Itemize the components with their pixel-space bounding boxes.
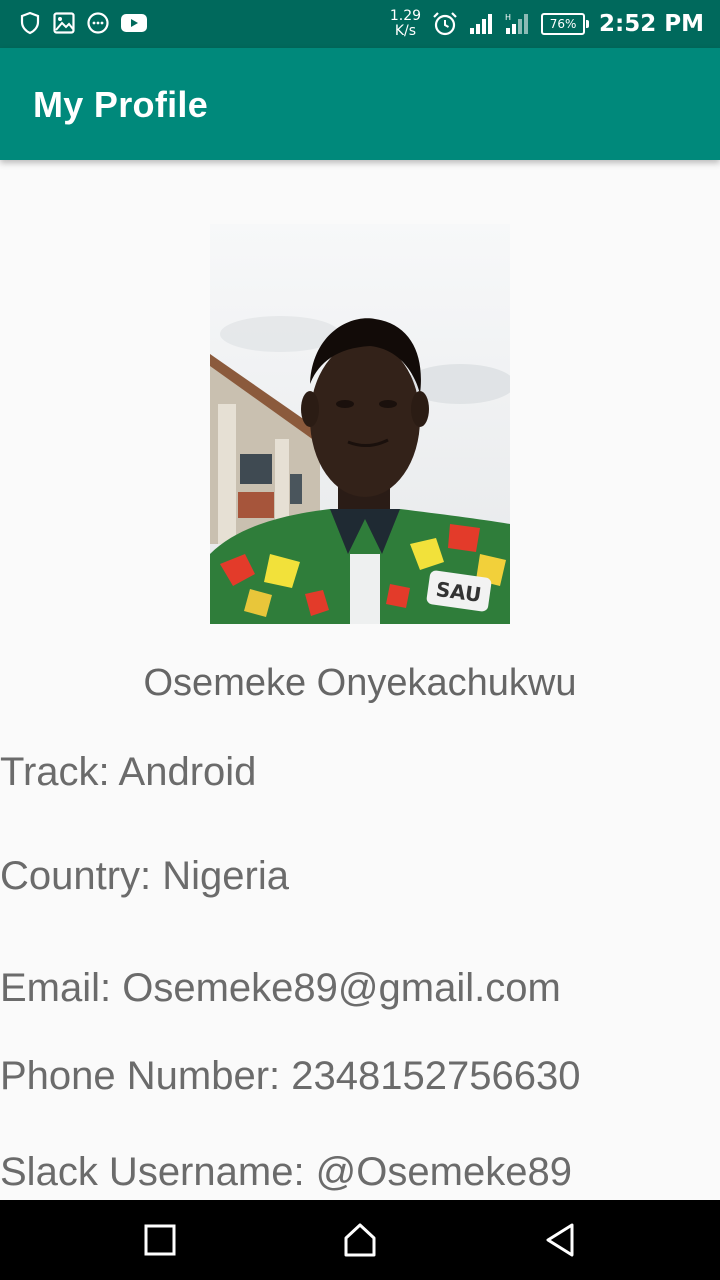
home-icon — [344, 1223, 376, 1257]
message-bubble-icon — [86, 11, 110, 35]
recents-icon — [144, 1224, 176, 1256]
app-bar: My Profile — [0, 48, 720, 160]
country-text: Country: Nigeria — [0, 854, 290, 898]
home-button[interactable] — [340, 1220, 380, 1260]
shield-icon — [18, 11, 42, 35]
track-text: Track: Android — [0, 750, 257, 794]
profile-name: Osemeke Onyekachukwu — [143, 662, 577, 704]
recents-button[interactable] — [140, 1220, 180, 1260]
notification-icons — [18, 11, 148, 35]
alarm-icon — [431, 10, 459, 38]
network-speed-value: 1.29 — [389, 8, 422, 24]
phone-text: Phone Number: 2348152756630 — [0, 1054, 581, 1098]
page-title: My Profile — [33, 84, 209, 125]
profile-screen: 1.29 K/s H 76% 2:52 PM My Profile SAU Os… — [0, 0, 720, 1280]
youtube-icon — [120, 11, 148, 35]
system-status: 1.29 K/s H 76% 2:52 PM — [390, 6, 704, 42]
clock: 2:52 PM — [599, 11, 704, 37]
network-speed-unit: K/s — [394, 23, 417, 39]
profile-photo: SAU — [210, 224, 515, 624]
slack-text: Slack Username: @Osemeke89 — [0, 1150, 572, 1194]
email-text: Email: Osemeke89@gmail.com — [0, 966, 561, 1010]
image-icon — [52, 11, 76, 35]
svg-text:H: H — [505, 13, 511, 22]
status-bar: 1.29 K/s H 76% 2:52 PM — [0, 0, 720, 48]
back-button[interactable] — [540, 1220, 580, 1260]
battery-indicator: 76% — [541, 13, 590, 35]
back-icon — [546, 1223, 574, 1257]
signal-icon-2: H — [505, 12, 531, 36]
navigation-bar — [0, 1200, 720, 1280]
network-speed: 1.29 K/s — [390, 9, 421, 39]
signal-icon — [469, 12, 495, 36]
